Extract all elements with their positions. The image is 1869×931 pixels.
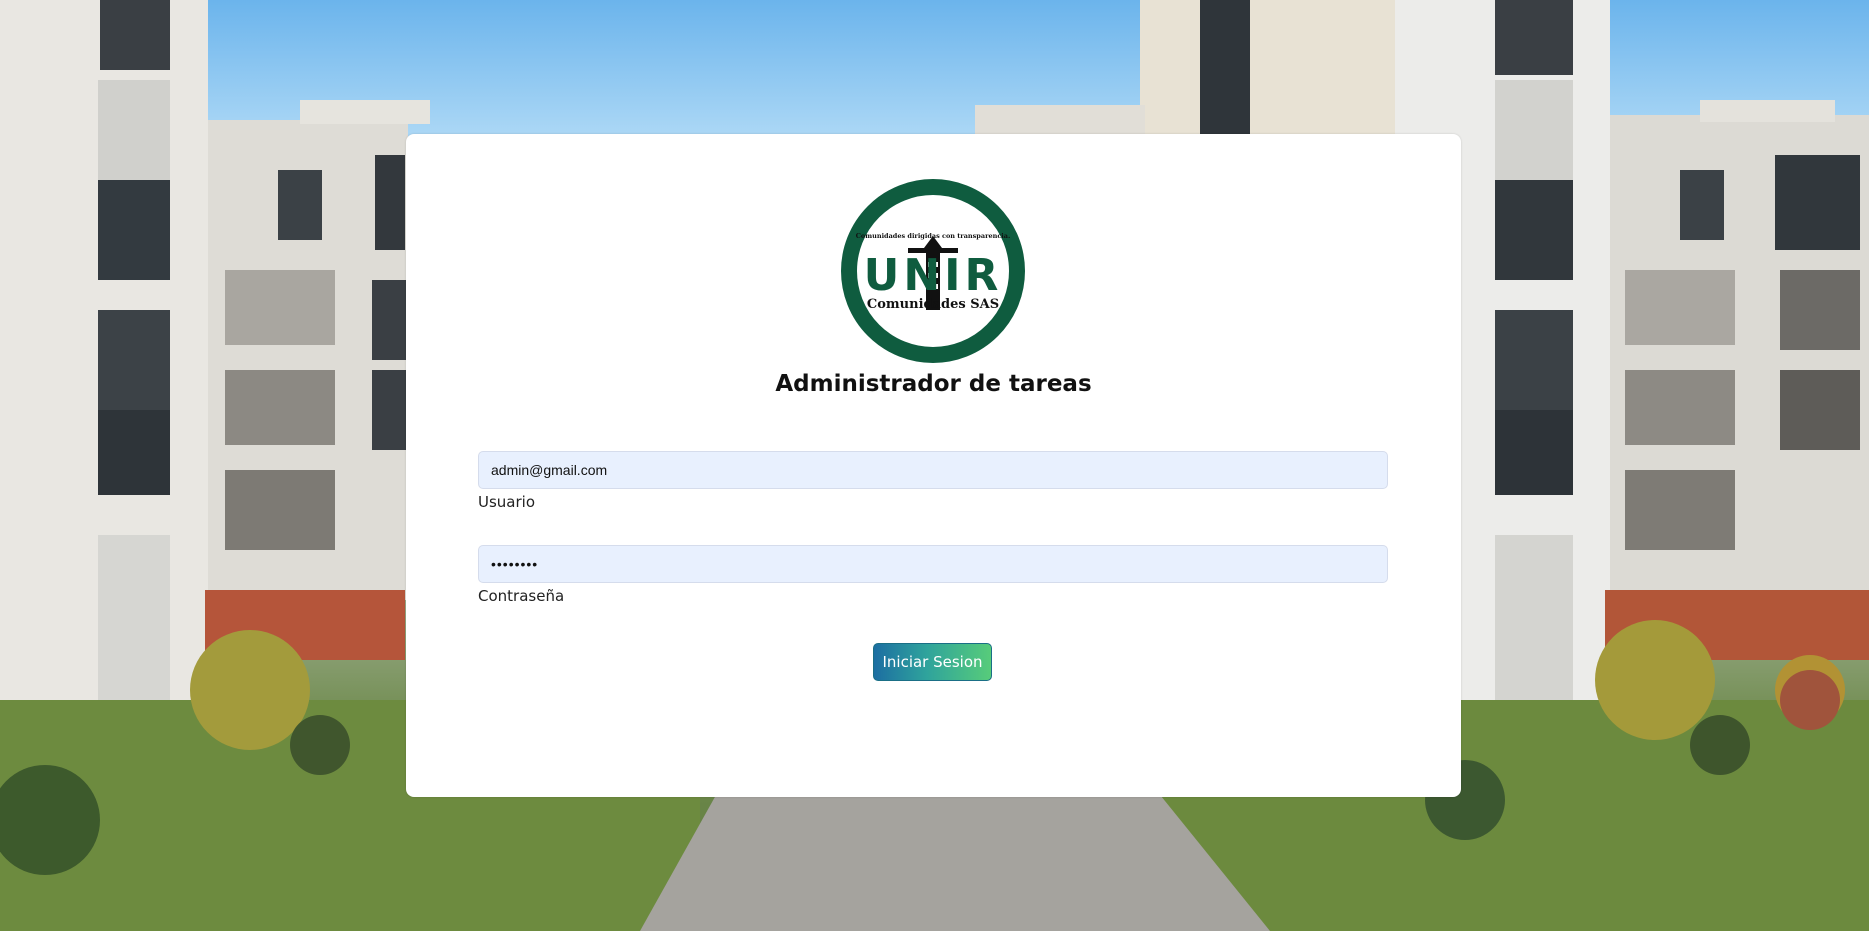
password-label: Contraseña bbox=[478, 587, 565, 605]
password-input[interactable]: •••••••• bbox=[478, 545, 1388, 583]
logo-brand: UNIR bbox=[864, 250, 1003, 301]
login-button[interactable]: Iniciar Sesion bbox=[873, 643, 992, 681]
logo-tagline: Comunidades dirigidas con transparencia. bbox=[856, 232, 1011, 240]
logo-emblem: Comunidades dirigidas con transparencia.… bbox=[841, 179, 1025, 363]
page-title: Administrador de tareas bbox=[775, 371, 1092, 397]
username-label: Usuario bbox=[478, 493, 536, 511]
company-logo: Comunidades dirigidas con transparencia.… bbox=[840, 178, 1026, 364]
logo-company-name: Comunidades SAS bbox=[867, 297, 999, 312]
username-input[interactable]: admin@gmail.com bbox=[478, 451, 1388, 489]
login-card: Comunidades dirigidas con transparencia.… bbox=[406, 134, 1461, 797]
